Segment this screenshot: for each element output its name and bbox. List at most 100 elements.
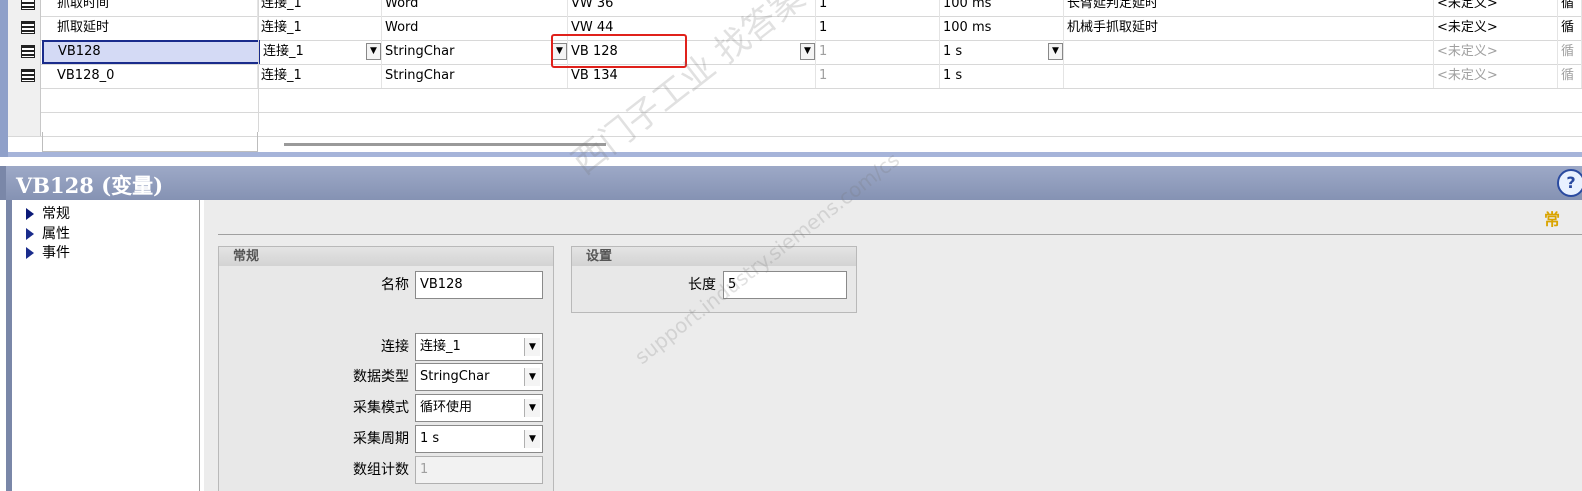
chevron-down-icon[interactable]: ▼ xyxy=(524,368,540,386)
cell-acq-cycle[interactable]: 1 s xyxy=(940,64,1064,88)
nav-item-properties[interactable]: 属性 xyxy=(26,224,70,244)
cell-connection[interactable]: 连接_1 xyxy=(258,16,382,40)
table-row[interactable]: 抓取延时 连接_1 Word VW 44 1 100 ms 机械手抓取延时 <未… xyxy=(8,16,1582,41)
cell-connection[interactable]: 连接_1 ▼ xyxy=(260,40,382,64)
length-label: 长度 xyxy=(688,277,716,293)
table-row-selected[interactable]: VB128 连接_1 ▼ StringChar ▼ VB 128 ▼ 1 1 s… xyxy=(8,40,1582,65)
cell-connection[interactable]: 连接_1 xyxy=(258,0,382,16)
cell-name[interactable]: 抓取时间 xyxy=(54,0,258,16)
row-header[interactable] xyxy=(8,64,41,88)
row-editor-footer xyxy=(42,132,258,152)
cell-acq-mode[interactable]: 循 xyxy=(1558,40,1582,64)
nav-item-events[interactable]: 事件 xyxy=(26,243,70,263)
acq-cycle-select-value: 1 s xyxy=(420,431,440,446)
table-row[interactable]: VB128_0 连接_1 StringChar VB 134 1 1 s <未定… xyxy=(8,64,1582,89)
help-icon[interactable]: ? xyxy=(1557,169,1582,197)
address-dropdown-button[interactable]: ▼ xyxy=(800,43,815,60)
connection-dropdown-button[interactable]: ▼ xyxy=(366,43,381,60)
acq-mode-select[interactable]: 循环使用 ▼ xyxy=(415,394,543,422)
nav-item-general[interactable]: 常规 xyxy=(26,204,70,224)
cell-comment[interactable] xyxy=(1064,40,1434,64)
column-divider xyxy=(258,0,259,132)
cell-array-count[interactable]: 1 xyxy=(816,0,940,16)
row-icon xyxy=(21,0,35,10)
cell-name[interactable]: VB128 xyxy=(42,40,260,64)
cell-acq-mode[interactable]: 循 xyxy=(1558,16,1582,40)
settings-icon[interactable]: 常 xyxy=(1544,206,1560,230)
content-divider xyxy=(218,234,1582,235)
nav-item-label: 属性 xyxy=(42,226,70,242)
horizontal-scrollbar-thumb[interactable] xyxy=(284,143,606,146)
cell-datatype[interactable]: Word xyxy=(382,0,568,16)
settings-group: 设置 长度 5 xyxy=(571,246,857,313)
cell-acq-mode[interactable]: 循 xyxy=(1558,64,1582,88)
cell-limit[interactable]: <未定义> xyxy=(1434,40,1558,64)
cell-limit[interactable]: <未定义> xyxy=(1434,0,1558,16)
datatype-select-value: StringChar xyxy=(420,369,490,384)
cell-array-count[interactable]: 1 xyxy=(816,64,940,88)
cell-acq-cycle-text: 1 s xyxy=(943,44,963,59)
row-header[interactable] xyxy=(8,112,41,136)
highlight-annotation xyxy=(551,34,687,68)
properties-title: VB128 (变量) xyxy=(16,173,164,198)
settings-group-header: 设置 xyxy=(572,247,856,266)
nav-arrow-icon xyxy=(26,228,34,240)
grid-bottom-border xyxy=(8,152,1582,157)
properties-title-bar: VB128 (变量) ? xyxy=(0,166,1582,200)
cell-name[interactable]: VB128_0 xyxy=(54,64,258,88)
nav-item-label: 常规 xyxy=(42,206,70,222)
row-header[interactable] xyxy=(8,88,41,112)
array-count-input: 1 xyxy=(415,456,543,484)
row-header[interactable] xyxy=(8,0,41,16)
row-header[interactable] xyxy=(8,40,41,64)
cell-acq-cycle[interactable]: 100 ms xyxy=(940,0,1064,16)
cell-connection[interactable]: 连接_1 xyxy=(258,64,382,88)
acq-cycle-label: 采集周期 xyxy=(353,431,409,447)
chevron-down-icon[interactable]: ▼ xyxy=(524,399,540,417)
connection-select[interactable]: 连接_1 ▼ xyxy=(415,333,543,361)
cell-connection-text: 连接_1 xyxy=(263,44,304,59)
cell-datatype[interactable]: StringChar xyxy=(382,64,568,88)
cell-name[interactable]: 抓取延时 xyxy=(54,16,258,40)
acq-cycle-select[interactable]: 1 s ▼ xyxy=(415,425,543,453)
cell-acq-mode[interactable]: 循 xyxy=(1558,0,1582,16)
chevron-down-icon[interactable]: ▼ xyxy=(524,338,540,356)
row-icon xyxy=(21,45,35,58)
cell-limit[interactable]: <未定义> xyxy=(1434,64,1558,88)
nav-arrow-icon xyxy=(26,208,34,220)
name-label: 名称 xyxy=(381,277,409,293)
chevron-down-icon[interactable]: ▼ xyxy=(524,430,540,448)
name-input[interactable]: VB128 xyxy=(415,271,543,299)
acq-cycle-dropdown-button[interactable]: ▼ xyxy=(1048,43,1063,60)
cell-datatype-text: StringChar xyxy=(385,44,455,59)
row-icon xyxy=(21,69,35,82)
connection-select-value: 连接_1 xyxy=(420,339,461,354)
cell-limit[interactable]: <未定义> xyxy=(1434,16,1558,40)
table-row[interactable]: 抓取时间 连接_1 Word VW 36 1 100 ms 长臂延判定延时 <未… xyxy=(8,0,1582,17)
connection-label: 连接 xyxy=(381,339,409,355)
cell-array-count[interactable]: 1 xyxy=(816,40,940,64)
tag-table: 抓取时间 连接_1 Word VW 36 1 100 ms 长臂延判定延时 <未… xyxy=(0,0,1582,157)
cell-comment[interactable]: 长臂延判定延时 xyxy=(1064,0,1434,16)
properties-nav: 常规 属性 事件 xyxy=(6,200,200,491)
general-group: 常规 名称 VB128 连接 连接_1 ▼ 数据类型 StringChar ▼ … xyxy=(218,246,554,491)
cell-datatype[interactable]: StringChar ▼ xyxy=(382,40,568,64)
cell-acq-cycle[interactable]: 100 ms xyxy=(940,16,1064,40)
datatype-label: 数据类型 xyxy=(353,369,409,385)
row-icon xyxy=(21,21,35,34)
cell-comment[interactable]: 机械手抓取延时 xyxy=(1064,16,1434,40)
row-header[interactable] xyxy=(8,16,41,40)
nav-arrow-icon xyxy=(26,247,34,259)
cell-array-count[interactable]: 1 xyxy=(816,16,940,40)
acq-mode-select-value: 循环使用 xyxy=(420,400,473,415)
cell-comment[interactable] xyxy=(1064,64,1434,88)
acq-mode-label: 采集模式 xyxy=(353,400,409,416)
general-group-header: 常规 xyxy=(219,247,553,266)
cell-datatype[interactable]: Word xyxy=(382,16,568,40)
cell-acq-cycle[interactable]: 1 s ▼ xyxy=(940,40,1064,64)
array-count-label: 数组计数 xyxy=(353,462,409,478)
length-input[interactable]: 5 xyxy=(723,271,847,299)
datatype-select[interactable]: StringChar ▼ xyxy=(415,363,543,391)
cell-address[interactable]: VW 36 xyxy=(568,0,816,16)
table-row-empty[interactable] xyxy=(8,88,1582,113)
